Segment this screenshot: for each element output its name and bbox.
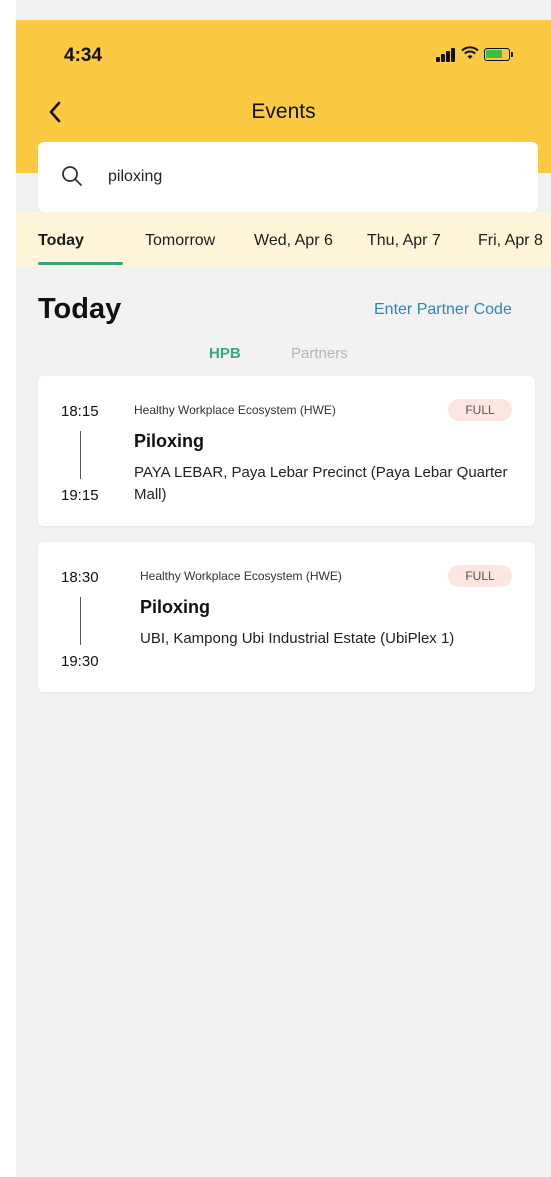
time-divider xyxy=(80,597,81,645)
event-location: PAYA LEBAR, Paya Lebar Precinct (Paya Le… xyxy=(134,464,508,503)
search-input[interactable] xyxy=(108,164,508,190)
status-icons xyxy=(436,46,513,63)
event-card[interactable]: 18:15 19:15 Healthy Workplace Ecosystem … xyxy=(38,376,535,526)
status-badge: FULL xyxy=(448,399,512,421)
wifi-icon xyxy=(461,46,479,63)
signal-icon xyxy=(436,47,456,62)
segment-partners[interactable]: Partners xyxy=(291,345,348,362)
status-badge: FULL xyxy=(448,565,512,587)
status-time: 4:34 xyxy=(64,45,103,66)
event-start-time: 18:15 xyxy=(61,403,99,420)
event-start-time: 18:30 xyxy=(61,569,99,586)
enter-partner-code-link[interactable]: Enter Partner Code xyxy=(374,301,512,319)
tab-tomorrow[interactable]: Tomorrow xyxy=(145,232,215,250)
event-name: Piloxing xyxy=(140,597,211,617)
search-bar[interactable] xyxy=(38,142,538,212)
event-card[interactable]: 18:30 19:30 Healthy Workplace Ecosystem … xyxy=(38,542,535,692)
event-end-time: 19:15 xyxy=(61,487,99,504)
time-divider xyxy=(80,431,81,479)
event-organizer: Healthy Workplace Ecosystem (HWE) xyxy=(134,403,336,417)
tab-wed-apr-6[interactable]: Wed, Apr 6 xyxy=(254,232,333,250)
tab-today[interactable]: Today xyxy=(38,232,84,250)
event-end-time: 19:30 xyxy=(61,653,99,670)
tab-thu-apr-7[interactable]: Thu, Apr 7 xyxy=(367,232,441,250)
active-tab-indicator xyxy=(38,262,123,265)
search-icon xyxy=(62,166,82,186)
events-screen: 4:34 Events Today Tomorrow Wed, Apr 6 Th… xyxy=(16,0,551,1177)
date-tabs: Today Tomorrow Wed, Apr 6 Thu, Apr 7 Fri… xyxy=(16,212,551,267)
battery-charging-icon xyxy=(484,48,513,61)
event-location: UBI, Kampong Ubi Industrial Estate (UbiP… xyxy=(140,630,455,647)
page-title: Events xyxy=(251,100,316,123)
tab-fri-apr-8[interactable]: Fri, Apr 8 xyxy=(478,232,543,250)
section-title: Today xyxy=(38,293,122,325)
event-organizer: Healthy Workplace Ecosystem (HWE) xyxy=(140,569,342,583)
event-name: Piloxing xyxy=(134,431,205,451)
segment-hpb[interactable]: HPB xyxy=(209,345,241,362)
